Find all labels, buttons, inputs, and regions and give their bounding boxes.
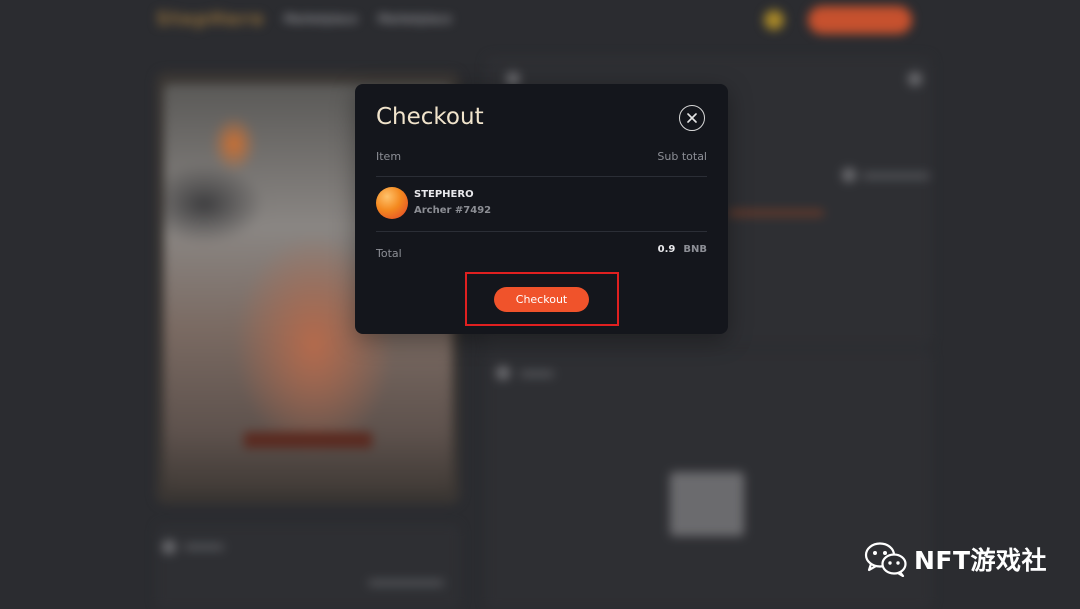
attributes-icon xyxy=(162,540,176,554)
close-button[interactable] xyxy=(679,105,705,131)
coin-icon xyxy=(764,10,784,30)
nav-item: Marketplace xyxy=(378,12,452,26)
connect-wallet-button xyxy=(808,6,912,34)
owner-text xyxy=(862,173,930,179)
close-icon xyxy=(687,113,697,123)
total-amount: 0.9 BNB xyxy=(658,244,707,255)
nav-item: Marketplace xyxy=(284,12,358,26)
item-column-header: Item xyxy=(376,150,402,163)
divider xyxy=(376,176,707,177)
share-icon xyxy=(908,72,922,86)
wechat-icon xyxy=(864,542,907,577)
divider xyxy=(376,231,707,232)
site-logo: StepHero xyxy=(156,8,265,30)
item-collection-name: STEPHERO xyxy=(414,189,474,200)
owner-icon xyxy=(842,168,856,182)
empty-state-icon xyxy=(670,472,744,536)
total-label: Total xyxy=(376,247,402,260)
attributes-panel xyxy=(156,524,460,609)
watermark: NFT游戏社 xyxy=(864,541,1047,577)
watermark-text: NFT游戏社 xyxy=(914,546,1048,575)
collection-avatar xyxy=(376,187,408,219)
total-currency: BNB xyxy=(683,244,707,255)
total-value: 0.9 xyxy=(657,244,676,255)
highlight-annotation xyxy=(465,272,619,326)
modal-title: Checkout xyxy=(376,104,484,130)
price-text xyxy=(728,210,824,216)
nft-artwork-label xyxy=(244,432,372,448)
attributes-label xyxy=(184,544,224,550)
offers-icon xyxy=(496,366,510,380)
attribute-value xyxy=(368,580,444,586)
offers-label xyxy=(520,371,554,377)
item-name: Archer #7492 xyxy=(414,205,492,216)
subtotal-column-header: Sub total xyxy=(657,150,707,163)
